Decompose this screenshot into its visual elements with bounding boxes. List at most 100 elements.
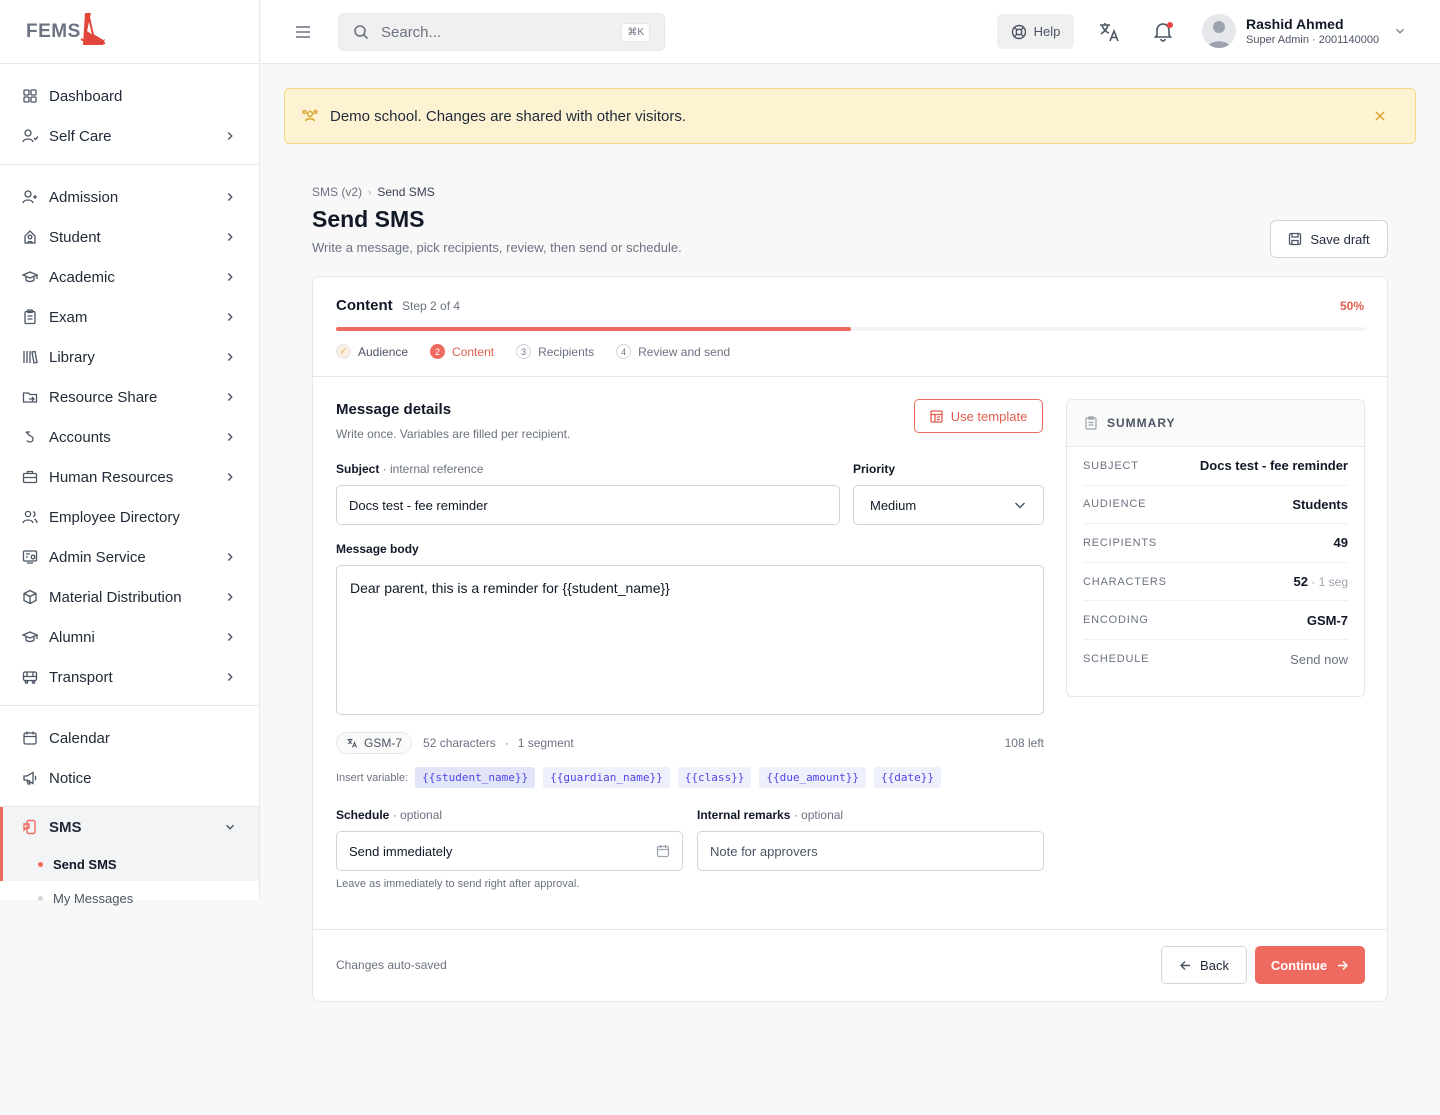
remarks-input[interactable]: Note for approvers [697, 831, 1044, 871]
search-input[interactable]: Search... ⌘K [338, 13, 665, 51]
sidebar-subitem-my-messages[interactable]: My Messages [0, 881, 259, 915]
calendar-icon [23, 731, 37, 745]
sidebar-item-self-care[interactable]: Self Care [0, 116, 259, 156]
variable-chip-due-amount[interactable]: {{due_amount}} [759, 767, 867, 788]
step-number: 2 [430, 344, 446, 359]
users-icon [302, 109, 318, 122]
save-icon [1289, 232, 1302, 246]
sidebar-item-student[interactable]: Student [0, 217, 259, 257]
section-title: Message details [336, 401, 452, 418]
close-icon[interactable] [1374, 110, 1386, 122]
sidebar-item-notice[interactable]: Notice [0, 758, 259, 798]
chevron-right-icon [227, 393, 233, 401]
search-shortcut: ⌘K [621, 22, 650, 42]
characters-left: 108 left [1004, 736, 1044, 750]
sidebar-item-exam[interactable]: Exam [0, 297, 259, 337]
sidebar-item-resource-share[interactable]: Resource Share [0, 377, 259, 417]
message-body-textarea[interactable]: Dear parent, this is a reminder for {{st… [336, 565, 1044, 715]
sidebar-item-employee-directory[interactable]: Employee Directory [0, 497, 259, 537]
search-placeholder: Search... [381, 23, 442, 41]
sidebar-item-accounts[interactable]: Accounts [0, 417, 259, 457]
sidebar-group: Admission Student Academic Exam Library Resou… [0, 165, 259, 706]
sidebar-item-label: Library [49, 348, 95, 366]
variable-chip-class[interactable]: {{class}} [677, 767, 752, 788]
priority-select[interactable]: Medium [853, 485, 1044, 525]
character-count: 52 characters [423, 736, 496, 750]
megaphone-icon [23, 771, 37, 785]
summary-value: Send now [1290, 652, 1348, 667]
sidebar-item-calendar[interactable]: Calendar [0, 718, 259, 758]
summary-key: Audience [1083, 498, 1147, 511]
step-count: Step 2 of 4 [402, 299, 461, 313]
wizard-step-content[interactable]: 2 Content [430, 344, 494, 359]
variable-chip-date[interactable]: {{date}} [874, 767, 942, 788]
logo-text: FEMS [26, 20, 81, 42]
continue-label: Continue [1270, 957, 1328, 973]
autosave-status: Changes auto-saved [336, 958, 447, 972]
admin-service-icon [22, 550, 38, 564]
continue-button[interactable]: Continue [1255, 946, 1365, 984]
sidebar-item-academic[interactable]: Academic [0, 257, 259, 297]
sidebar-item-material-distribution[interactable]: Material Distribution [0, 577, 259, 617]
alert-text: Demo school. Changes are shared with oth… [330, 107, 687, 125]
sidebar-subitem-send-sms[interactable]: Send SMS [0, 847, 259, 881]
back-button[interactable]: Back [1161, 946, 1247, 984]
chevron-right-icon [227, 473, 233, 481]
variable-chip-guardian-name[interactable]: {{guardian_name}} [543, 767, 670, 788]
sidebar-item-alumni[interactable]: Alumni [0, 617, 259, 657]
arrow-right-icon [1338, 960, 1349, 970]
demo-alert: Demo school. Changes are shared with oth… [284, 88, 1416, 144]
summary-key: Schedule [1083, 653, 1150, 666]
chevron-right-icon [227, 193, 233, 201]
save-draft-button[interactable]: Save draft [1270, 220, 1388, 258]
encoding-badge: GSM-7 [336, 732, 413, 754]
folder-share-icon [22, 392, 38, 403]
summary-row-audience: Audience Students [1083, 486, 1348, 525]
sidebar-item-label: Transport [49, 668, 113, 686]
users-icon [22, 510, 38, 524]
summary-value-text: GSM-7 [1306, 612, 1348, 628]
help-button[interactable]: Help [997, 14, 1074, 49]
notifications-button[interactable] [1152, 20, 1174, 42]
priority-label: Priority [853, 462, 896, 476]
sidebar-item-human-resources[interactable]: Human Resources [0, 457, 259, 497]
wizard-step-review-and-send[interactable]: 4 Review and send [616, 344, 730, 359]
sidebar-item-admission[interactable]: Admission [0, 177, 259, 217]
sidebar-item-dashboard[interactable]: Dashboard [0, 76, 259, 116]
translate-icon[interactable] [1097, 20, 1121, 44]
wizard-header: Content Step 2 of 4 50% ✓ Audience 2 Conten… [313, 277, 1387, 377]
accounts-icon [25, 431, 34, 443]
chevron-down-icon [1014, 502, 1026, 509]
grid-icon [23, 89, 37, 103]
priority-value: Medium [870, 497, 917, 513]
logo[interactable]: FEMS [0, 0, 259, 64]
template-icon [930, 409, 943, 423]
sidebar-item-sms[interactable]: SMS [0, 807, 259, 847]
sidebar-item-label: Employee Directory [49, 508, 180, 526]
schedule-input[interactable]: Send immediately [336, 831, 683, 871]
use-template-label: Use template [950, 408, 1028, 424]
sidebar-item-label: Human Resources [49, 468, 174, 486]
user-plus-icon [22, 190, 37, 204]
breadcrumb-item[interactable]: SMS (v2) [312, 185, 362, 199]
wizard-step-audience[interactable]: ✓ Audience [336, 344, 408, 359]
insert-variable-row: Insert variable: {{student_name}} {{guard… [336, 767, 949, 788]
user-menu[interactable]: Rashid Ahmed Super Admin · 2001140000 [1202, 14, 1407, 48]
sidebar-item-library[interactable]: Library [0, 337, 259, 377]
wizard-step-recipients[interactable]: 3 Recipients [516, 344, 594, 359]
sidebar-item-label: Accounts [49, 428, 111, 446]
summary-value: Docs test - fee reminder [1200, 458, 1348, 473]
menu-icon[interactable] [293, 22, 313, 42]
summary-value: 52 · 1 seg [1294, 574, 1349, 589]
subject-input[interactable]: Docs test - fee reminder [336, 485, 840, 525]
use-template-button[interactable]: Use template [914, 399, 1043, 433]
chevron-right-icon [227, 433, 233, 441]
sidebar-item-transport[interactable]: Transport [0, 657, 259, 697]
clipboard-icon [24, 309, 36, 325]
sidebar-item-admin-service[interactable]: Admin Service [0, 537, 259, 577]
chevron-right-icon [227, 353, 233, 361]
schedule-label: Schedule · optional [336, 808, 442, 822]
graduation-cap-icon [22, 631, 38, 643]
segment-count: 1 segment [517, 736, 574, 750]
variable-chip-student-name[interactable]: {{student_name}} [415, 767, 536, 788]
